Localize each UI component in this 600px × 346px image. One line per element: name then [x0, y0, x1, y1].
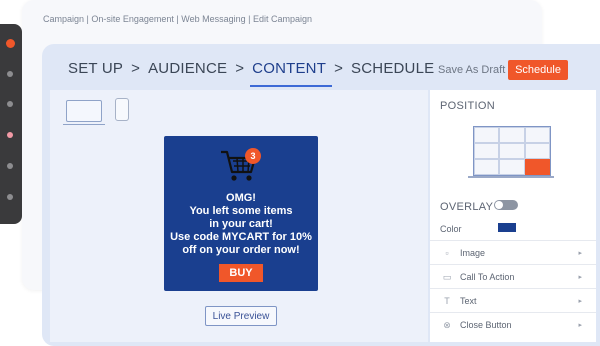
step-separator: >	[235, 60, 245, 77]
chevron-right-icon: ▸	[578, 274, 582, 281]
overlay-toggle[interactable]	[494, 200, 518, 210]
color-label: Color	[440, 224, 462, 234]
buy-button[interactable]: BUY	[219, 264, 263, 282]
text-icon: T	[444, 296, 450, 306]
button-icon: ▭	[442, 271, 452, 282]
monitor-base	[468, 176, 554, 178]
position-cell-selected[interactable]	[524, 159, 550, 175]
menu-item-label: Close Button	[460, 320, 512, 330]
schedule-button[interactable]: Schedule	[508, 60, 568, 80]
step-audience[interactable]: AUDIENCE	[148, 60, 227, 77]
menu-item-text[interactable]: T Text ▸	[430, 288, 596, 313]
position-cell[interactable]	[524, 143, 550, 159]
overlay-label: OVERLAY	[440, 201, 494, 213]
step-navigation: SET UP > AUDIENCE > CONTENT > SCHEDULE	[68, 60, 434, 87]
menu-item-label: Image	[460, 248, 486, 258]
menu-item-call-to-action[interactable]: ▭ Call To Action ▸	[430, 264, 596, 289]
rail-dot[interactable]	[7, 194, 13, 200]
rail-dot-active[interactable]	[6, 39, 15, 48]
position-cell[interactable]	[474, 127, 500, 143]
settings-panel: POSITION OVERLAY Color ▫ Image ▸ ▭ Call …	[430, 90, 596, 342]
chevron-right-icon: ▸	[578, 298, 582, 305]
live-preview-button[interactable]: Live Preview	[205, 306, 277, 326]
side-rail	[0, 24, 22, 224]
step-setup[interactable]: SET UP	[68, 60, 123, 77]
desktop-icon[interactable]	[63, 100, 105, 125]
step-separator: >	[334, 60, 344, 77]
step-content[interactable]: CONTENT	[250, 60, 332, 87]
position-label: POSITION	[440, 100, 495, 112]
image-icon: ▫	[445, 248, 449, 258]
position-cell[interactable]	[474, 143, 500, 159]
rail-dot[interactable]	[7, 132, 13, 138]
save-draft-link[interactable]: Save As Draft	[438, 64, 505, 76]
chevron-right-icon: ▸	[578, 322, 582, 329]
position-cell[interactable]	[499, 127, 525, 143]
popup-preview: 3 OMG! You left some items in your cart!…	[164, 136, 318, 291]
close-circle-icon: ⊗	[443, 319, 451, 330]
cart-count-badge: 3	[245, 148, 261, 164]
position-cell[interactable]	[524, 127, 550, 143]
menu-item-image[interactable]: ▫ Image ▸	[430, 240, 596, 265]
menu-item-label: Text	[460, 296, 477, 306]
position-grid	[473, 126, 551, 176]
menu-item-close-button[interactable]: ⊗ Close Button ▸	[430, 312, 596, 337]
rail-dot[interactable]	[7, 101, 13, 107]
step-schedule[interactable]: SCHEDULE	[351, 60, 434, 77]
chevron-right-icon: ▸	[578, 250, 582, 257]
mobile-icon[interactable]	[115, 98, 129, 121]
breadcrumb: Campaign | On-site Engagement | Web Mess…	[43, 14, 312, 24]
popup-message: OMG! You left some items in your cart! U…	[170, 192, 312, 256]
position-cell[interactable]	[474, 159, 500, 175]
rail-dot[interactable]	[7, 71, 13, 77]
menu-item-label: Call To Action	[460, 272, 515, 282]
color-swatch[interactable]	[498, 223, 516, 232]
position-cell[interactable]	[499, 143, 525, 159]
rail-dot[interactable]	[7, 163, 13, 169]
position-cell[interactable]	[499, 159, 525, 175]
step-separator: >	[131, 60, 141, 77]
